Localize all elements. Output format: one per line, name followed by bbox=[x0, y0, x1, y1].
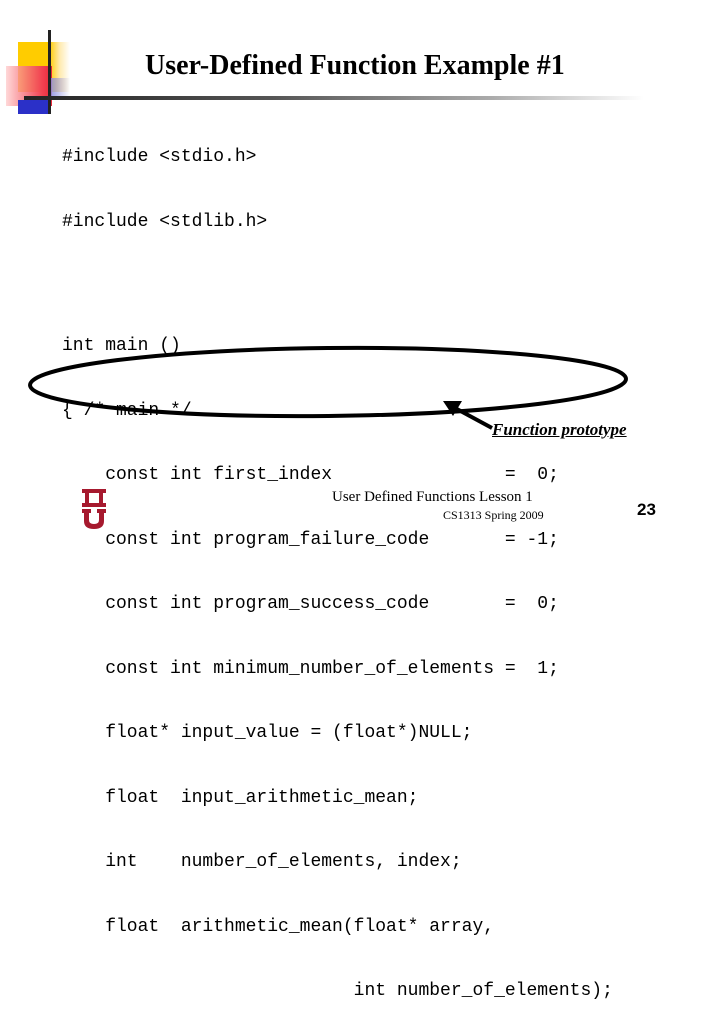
ou-logo-icon bbox=[82, 489, 106, 529]
code-line-prototype: float arithmetic_mean(float* array, bbox=[62, 916, 495, 937]
code-line: int number_of_elements, index; bbox=[62, 852, 462, 872]
footer-lesson-title: User Defined Functions Lesson 1 bbox=[332, 489, 533, 505]
code-line: float input_arithmetic_mean; bbox=[62, 787, 419, 808]
footer-course-info: CS1313 Spring 2009 bbox=[443, 508, 544, 522]
function-prototype-label: Function prototype bbox=[492, 420, 627, 439]
code-line: float* input_value = (float*)NULL; bbox=[62, 723, 473, 743]
code-line: const int program_success_code = 0; bbox=[62, 594, 559, 614]
prototype-highlight-ellipse bbox=[28, 345, 628, 419]
slide-page-number: 23 bbox=[637, 500, 656, 519]
annotation-overlay bbox=[28, 345, 628, 430]
code-line-prototype: int number_of_elements); bbox=[62, 981, 613, 1001]
code-line: const int minimum_number_of_elements = 1… bbox=[62, 658, 559, 679]
